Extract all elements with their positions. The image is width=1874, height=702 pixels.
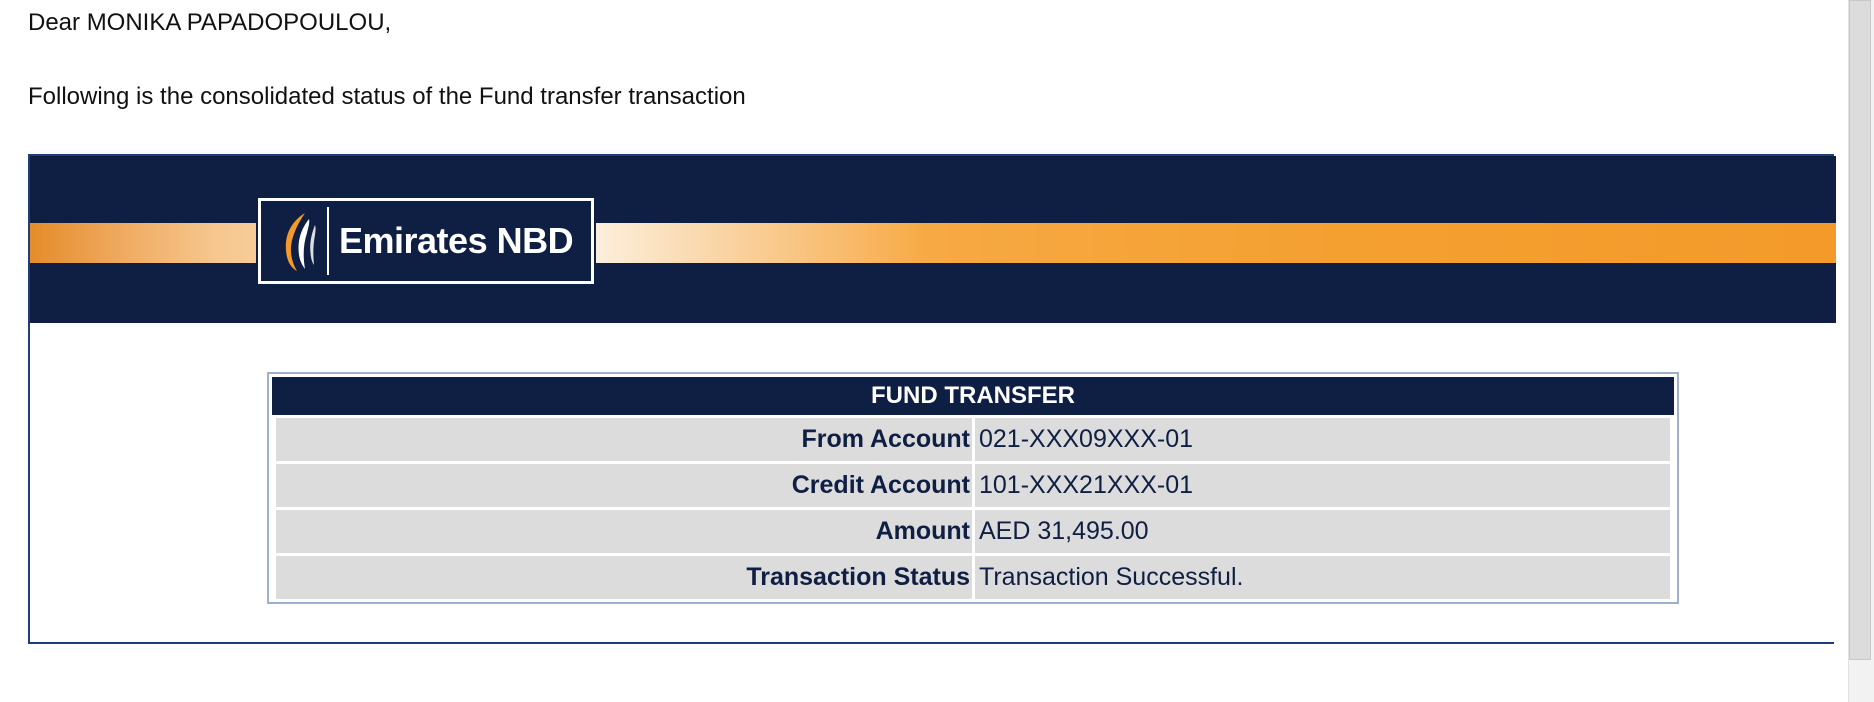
table-row-credit-account: Credit Account 101-XXX21XXX-01 bbox=[272, 464, 1674, 507]
intro-text: Following is the consolidated status of … bbox=[28, 83, 746, 110]
table-title: FUND TRANSFER bbox=[272, 377, 1674, 415]
logo-text: Emirates NBD bbox=[339, 220, 574, 261]
from-account-value: 021-XXX09XXX-01 bbox=[975, 418, 1670, 461]
fund-transfer-card: Emirates NBD FUND TRANSFER From Account … bbox=[28, 154, 1836, 644]
emirates-nbd-logo-icon bbox=[285, 213, 316, 271]
credit-account-label: Credit Account bbox=[276, 464, 972, 507]
table-row-from-account: From Account 021-XXX09XXX-01 bbox=[272, 418, 1674, 461]
fund-transfer-table: FUND TRANSFER From Account 021-XXX09XXX-… bbox=[267, 372, 1679, 604]
amount-value: AED 31,495.00 bbox=[975, 510, 1670, 553]
amount-label: Amount bbox=[276, 510, 972, 553]
scrollbar-thumb[interactable] bbox=[1849, 0, 1871, 660]
transaction-status-value: Transaction Successful. bbox=[975, 556, 1670, 599]
emirates-nbd-logo: Emirates NBD bbox=[256, 196, 596, 286]
table-row-amount: Amount AED 31,495.00 bbox=[272, 510, 1674, 553]
transaction-status-label: Transaction Status bbox=[276, 556, 972, 599]
bank-banner: Emirates NBD bbox=[30, 156, 1836, 323]
greeting-text: Dear MONIKA PAPADOPOULOU, bbox=[28, 9, 392, 36]
credit-account-value: 101-XXX21XXX-01 bbox=[975, 464, 1670, 507]
logo-divider bbox=[327, 207, 329, 275]
email-page: Dear MONIKA PAPADOPOULOU, Following is t… bbox=[0, 0, 1874, 702]
table-row-transaction-status: Transaction Status Transaction Successfu… bbox=[272, 556, 1674, 599]
from-account-label: From Account bbox=[276, 418, 972, 461]
